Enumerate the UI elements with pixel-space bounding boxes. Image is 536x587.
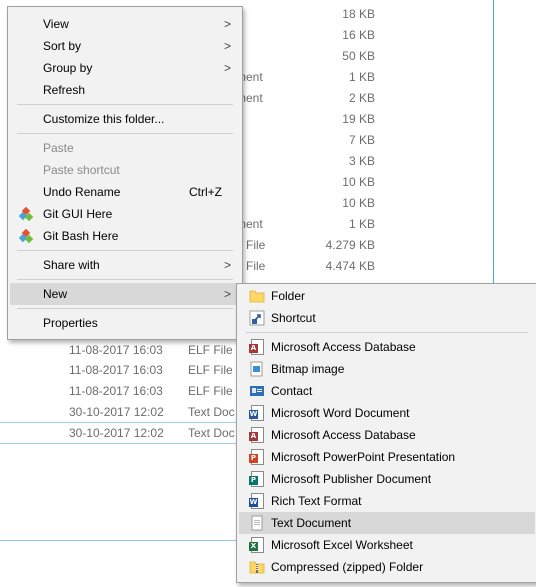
menu-item-properties[interactable]: Properties [10,312,240,334]
menu-item-customize-folder[interactable]: Customize this folder... [10,108,240,130]
new-publisher-item[interactable]: P Microsoft Publisher Document [239,468,535,490]
git-icon [18,206,35,222]
new-word-document-item[interactable]: W Microsoft Word Document [239,402,535,424]
menu-item-share-with[interactable]: Share with > [10,254,240,276]
submenu-arrow-icon: > [223,258,231,272]
text-document-icon [249,515,265,531]
access-icon: A [249,339,265,355]
menu-item-sort-by[interactable]: Sort by > [10,35,240,57]
menu-item-git-gui[interactable]: Git GUI Here [10,203,240,225]
word-icon: W [249,405,265,421]
bitmap-icon [249,361,265,377]
menu-item-undo-rename[interactable]: Undo Rename Ctrl+Z [10,181,240,203]
new-bitmap-image-item[interactable]: Bitmap image [239,358,535,380]
menu-item-new[interactable]: New > [10,283,240,305]
menu-separator [17,250,233,251]
file-size: 10 KB [342,196,375,210]
new-text-document-item[interactable]: Text Document [239,512,535,534]
file-size: 7 KB [348,133,375,147]
file-type: ELF File [188,384,233,398]
zip-folder-icon [249,559,265,574]
new-powerpoint-item[interactable]: P Microsoft PowerPoint Presentation [239,446,535,468]
folder-icon [249,288,265,303]
new-excel-worksheet-item[interactable]: X Microsoft Excel Worksheet [239,534,535,556]
file-date: 30-10-2017 12:02 [69,405,164,419]
context-menu: View > Sort by > Group by > Refresh Customi… [7,6,243,340]
excel-icon: X [249,537,265,553]
access-icon: A [249,427,265,443]
submenu-arrow-icon: > [223,39,231,53]
git-icon [18,228,35,244]
new-zip-folder-item[interactable]: Compressed (zipped) Folder [239,556,535,578]
publisher-icon: P [249,471,265,487]
contact-icon [249,383,265,398]
file-date: 11-08-2017 16:03 [69,343,163,357]
wordpad-icon: W [249,493,265,509]
file-size: 18 KB [342,7,375,21]
file-date: 30-10-2017 12:02 [69,426,164,440]
file-size: 16 KB [342,28,375,42]
file-size: 19 KB [342,112,375,126]
file-date: 11-08-2017 16:03 [69,363,163,377]
powerpoint-icon: P [249,449,265,465]
menu-item-git-bash[interactable]: Git Bash Here [10,225,240,247]
new-access-database-item-2[interactable]: A Microsoft Access Database [239,424,535,446]
keyboard-shortcut: Ctrl+Z [189,185,222,199]
file-size: 50 KB [342,49,375,63]
new-rich-text-item[interactable]: W Rich Text Format [239,490,535,512]
file-size: 1 KB [348,217,375,231]
file-size: 4.474 KB [325,259,375,273]
menu-item-view[interactable]: View > [10,13,240,35]
new-folder-item[interactable]: Folder [239,285,535,307]
menu-item-group-by[interactable]: Group by > [10,57,240,79]
file-type: Text Doc [188,405,235,419]
file-size: 4.279 KB [325,238,375,252]
file-date: 11-08-2017 16:03 [69,384,163,398]
file-size: 2 KB [348,91,375,105]
menu-separator [17,279,233,280]
new-shortcut-item[interactable]: Shortcut [239,307,535,329]
menu-separator [246,332,528,333]
menu-item-refresh[interactable]: Refresh [10,79,240,101]
new-contact-item[interactable]: Contact [239,380,535,402]
file-type: ELF File [188,343,233,357]
new-access-database-item[interactable]: A Microsoft Access Database [239,336,535,358]
shortcut-icon [249,310,265,326]
menu-item-paste: Paste [43,141,74,155]
menu-separator [17,133,233,134]
menu-separator [17,308,233,309]
submenu-arrow-icon: > [223,17,231,31]
menu-separator [17,104,233,105]
menu-item-paste-shortcut: Paste shortcut [43,163,120,177]
file-type: Text Doc [188,426,235,440]
file-size: 10 KB [342,175,375,189]
file-type: ELF File [188,363,233,377]
file-size: 1 KB [348,70,375,84]
file-size: 3 KB [348,154,375,168]
submenu-arrow-icon: > [223,61,231,75]
new-submenu: Folder Shortcut A Microsoft Access Datab… [236,283,536,583]
submenu-arrow-icon: > [223,287,231,301]
